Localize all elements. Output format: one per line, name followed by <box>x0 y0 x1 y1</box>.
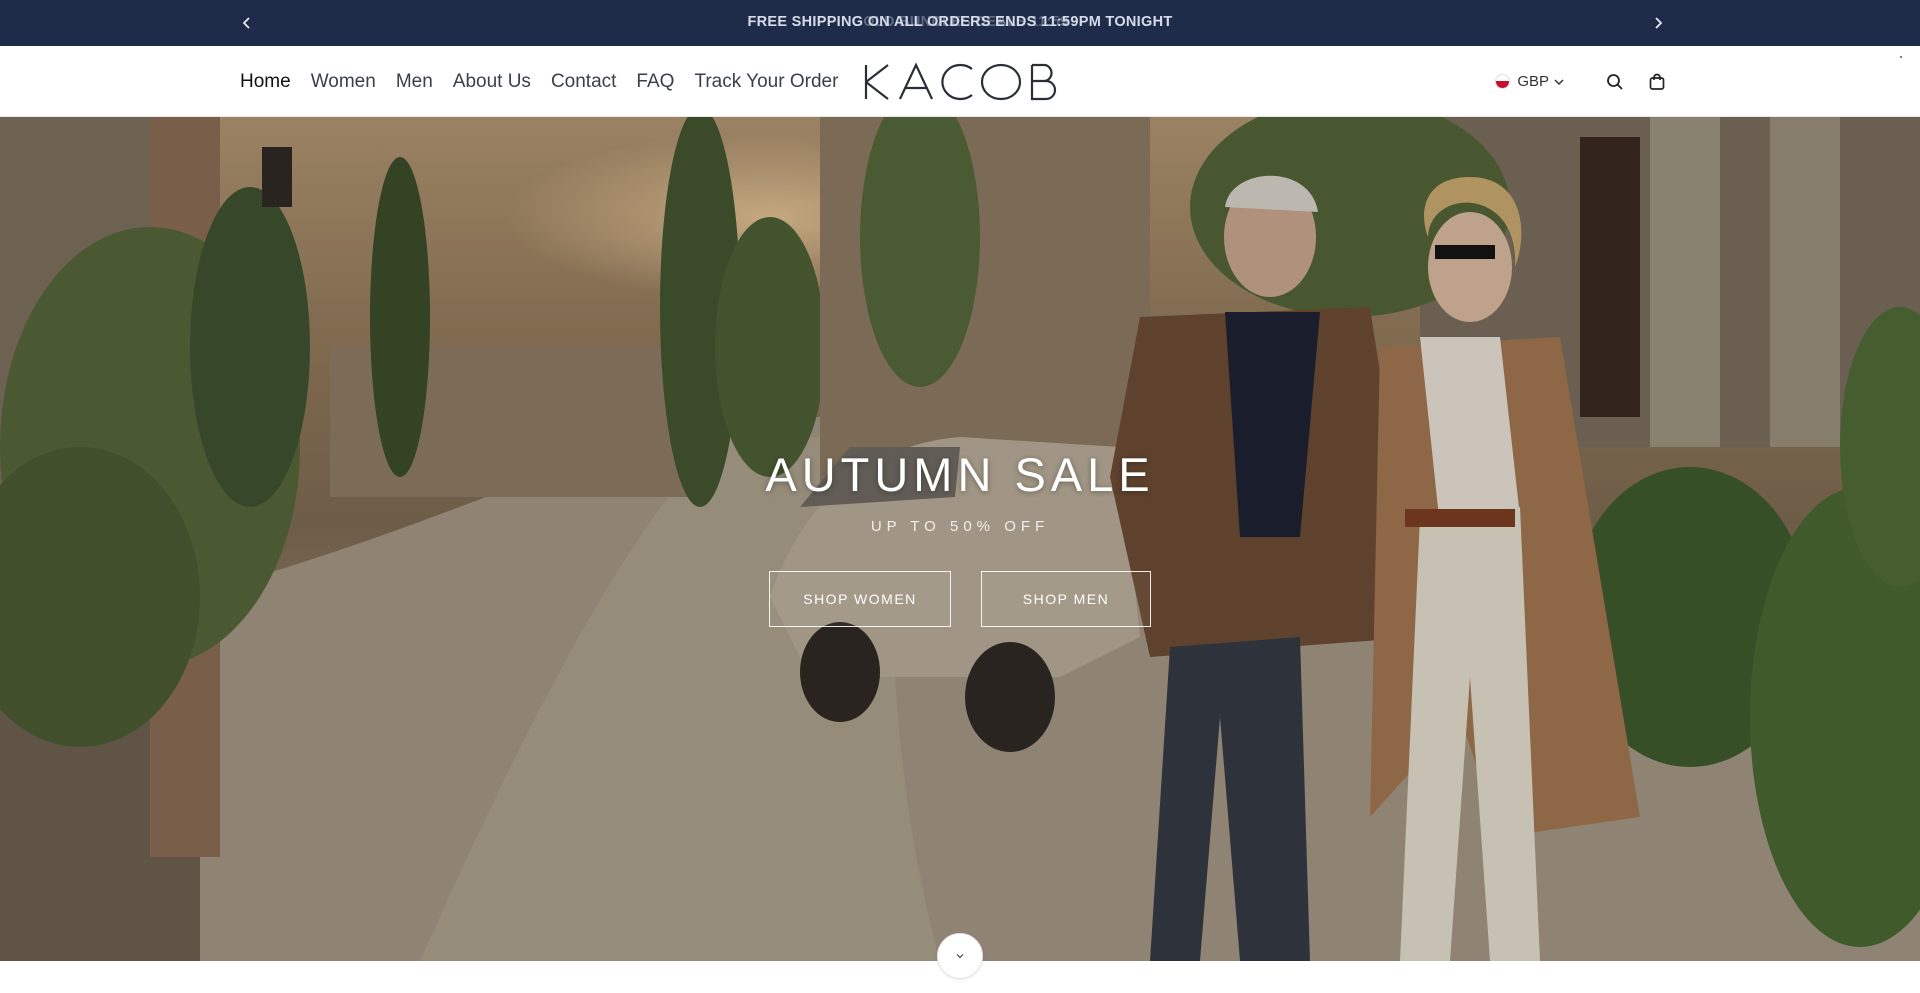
nav-men[interactable]: Men <box>396 71 433 93</box>
chevron-right-icon <box>1655 17 1663 29</box>
search-button[interactable] <box>1604 71 1626 93</box>
scroll-down-button[interactable] <box>937 933 983 979</box>
hero-banner: AUTUMN SALE UP TO 50% OFF SHOP WOMEN SHO… <box>0 117 1920 961</box>
shop-men-button[interactable]: SHOP MEN <box>981 571 1151 627</box>
shop-women-button[interactable]: SHOP WOMEN <box>769 571 951 627</box>
header-tools: GBP <box>1495 46 1668 117</box>
currency-selector[interactable]: GBP <box>1495 73 1564 90</box>
nav-women[interactable]: Women <box>311 71 376 93</box>
nav-about-us[interactable]: About Us <box>453 71 531 93</box>
cart-button[interactable] <box>1646 71 1668 93</box>
kacob-logo[interactable] <box>862 61 1058 103</box>
announcement-text: FREE SHIPPING ON ALL ORDERS ENDS 11:59PM… <box>747 14 1173 30</box>
main-nav: Home Women Men About Us Contact FAQ Trac… <box>240 46 858 117</box>
announcement-next-button[interactable] <box>1646 11 1670 35</box>
announcement-bar: GOLD BUNDLES DEALS 11:59 FREE SHIPPING O… <box>0 0 1920 46</box>
site-header: Home Women Men About Us Contact FAQ Trac… <box>0 46 1920 117</box>
nav-track-order[interactable]: Track Your Order <box>694 71 838 93</box>
shopping-bag-icon <box>1649 73 1665 90</box>
nav-home[interactable]: Home <box>240 71 291 93</box>
chevron-down-icon <box>1554 78 1564 85</box>
chevron-down-icon <box>956 954 964 959</box>
nav-contact[interactable]: Contact <box>551 71 616 93</box>
header-dot <box>1900 56 1902 58</box>
uk-flag-icon <box>1495 74 1511 89</box>
hero-background-image <box>0 117 1920 961</box>
hero-title: AUTUMN SALE <box>765 448 1155 501</box>
currency-code: GBP <box>1517 73 1549 90</box>
search-icon <box>1607 73 1623 90</box>
hero-subtitle: UP TO 50% OFF <box>870 518 1050 535</box>
nav-faq[interactable]: FAQ <box>636 71 674 93</box>
